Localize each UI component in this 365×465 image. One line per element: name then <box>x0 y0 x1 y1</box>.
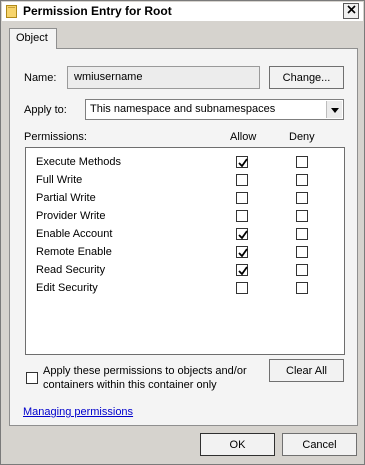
permission-label: Full Write <box>36 174 83 186</box>
deny-checkbox[interactable] <box>296 192 308 204</box>
change-button[interactable]: Change... <box>269 66 344 89</box>
allow-header: Allow <box>230 131 257 143</box>
deny-checkbox[interactable] <box>296 264 308 276</box>
allow-checkbox[interactable] <box>236 174 248 186</box>
allow-checkbox[interactable] <box>236 210 248 222</box>
apply-to-label: Apply to: <box>24 104 67 116</box>
object-tab-panel: Name: wmiusername Change... Apply to: Th… <box>9 48 358 426</box>
deny-checkbox[interactable] <box>296 210 308 222</box>
deny-checkbox[interactable] <box>296 174 308 186</box>
folder-icon <box>6 5 17 18</box>
deny-header: Deny <box>289 131 315 143</box>
allow-checkbox[interactable] <box>236 264 248 276</box>
deny-checkbox[interactable] <box>296 156 308 168</box>
window-title: Permission Entry for Root <box>23 4 172 18</box>
apply-to-value: This namespace and subnamespaces <box>90 103 276 115</box>
permission-row: Edit Security <box>26 279 344 297</box>
deny-checkbox[interactable] <box>296 228 308 240</box>
cancel-button-label: Cancel <box>302 438 337 451</box>
apply-children-label-line2: containers within this container only <box>43 379 217 391</box>
chevron-down-icon <box>330 104 339 116</box>
ok-button[interactable]: OK <box>200 433 275 456</box>
ok-button-label: OK <box>229 438 246 451</box>
permission-label: Edit Security <box>36 282 98 294</box>
permission-label: Remote Enable <box>36 246 112 258</box>
tab-object-label: Object <box>16 32 48 44</box>
dropdown-arrow-button[interactable] <box>326 101 342 118</box>
permission-row: Provider Write <box>26 207 344 225</box>
clear-all-button[interactable]: Clear All <box>269 359 344 382</box>
name-field: wmiusername <box>67 66 260 89</box>
permissions-list: Execute Methods Full Write Partial Write Pr… <box>25 147 345 355</box>
allow-checkbox[interactable] <box>236 192 248 204</box>
deny-checkbox[interactable] <box>296 282 308 294</box>
permission-row: Remote Enable <box>26 243 344 261</box>
close-button[interactable] <box>343 3 359 19</box>
tab-object[interactable]: Object <box>9 28 57 49</box>
permission-label: Read Security <box>36 264 106 276</box>
permission-label: Execute Methods <box>36 156 121 168</box>
change-button-label: Change... <box>282 71 331 84</box>
title-bar: Permission Entry for Root <box>2 2 363 21</box>
permission-row: Read Security <box>26 261 344 279</box>
permission-entry-dialog: Permission Entry for Root Object Name: w… <box>0 0 365 465</box>
deny-checkbox[interactable] <box>296 246 308 258</box>
clear-all-label: Clear All <box>286 364 327 377</box>
name-label: Name: <box>24 72 57 84</box>
managing-permissions-link[interactable]: Managing permissions <box>23 406 133 418</box>
allow-checkbox[interactable] <box>236 282 248 294</box>
close-icon <box>346 5 356 17</box>
apply-to-select[interactable]: This namespace and subnamespaces <box>85 99 344 120</box>
permissions-label: Permissions: <box>24 131 87 143</box>
apply-children-checkbox[interactable] <box>26 372 38 384</box>
apply-children-label-line1: Apply these permissions to objects and/o… <box>43 365 247 377</box>
cancel-button[interactable]: Cancel <box>282 433 357 456</box>
permission-row: Full Write <box>26 171 344 189</box>
allow-checkbox[interactable] <box>236 156 248 168</box>
permission-row: Enable Account <box>26 225 344 243</box>
permission-row: Partial Write <box>26 189 344 207</box>
permission-label: Partial Write <box>36 192 96 204</box>
allow-checkbox[interactable] <box>236 246 248 258</box>
allow-checkbox[interactable] <box>236 228 248 240</box>
permission-label: Enable Account <box>36 228 113 240</box>
permission-label: Provider Write <box>36 210 106 222</box>
permission-row: Execute Methods <box>26 153 344 171</box>
name-value: wmiusername <box>74 71 143 83</box>
